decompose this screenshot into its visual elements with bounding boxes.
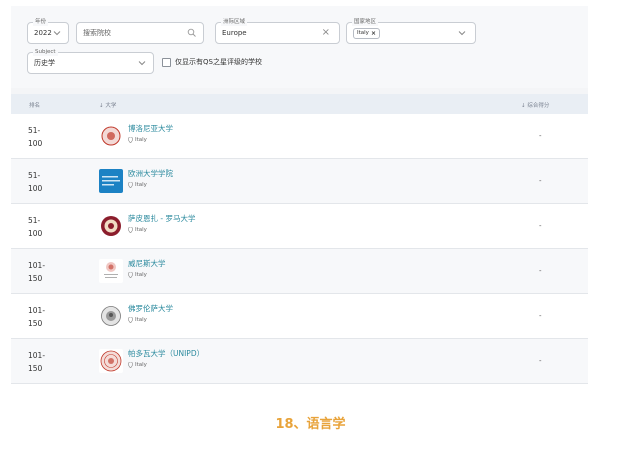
chevron-down-icon bbox=[458, 31, 466, 36]
country-name: Italy bbox=[135, 317, 147, 323]
location-pin-icon bbox=[128, 362, 133, 368]
section-caption: 18、语言学 bbox=[275, 417, 346, 432]
sapienza-seal-icon bbox=[99, 214, 123, 238]
padova-seal-icon bbox=[99, 349, 123, 373]
university-name[interactable]: 佛罗伦萨大学 bbox=[128, 303, 173, 314]
country-chip[interactable]: Italy × bbox=[353, 27, 380, 39]
year-value: 2022 bbox=[34, 29, 52, 37]
country-chip-label: Italy bbox=[357, 30, 369, 36]
country-label: Italy bbox=[128, 137, 147, 143]
filter-bar: 年份 2022 搜索院校 洲际区域 Europe × 国家地区 Italy × … bbox=[11, 6, 588, 88]
year-select[interactable]: 年份 2022 bbox=[27, 18, 69, 44]
chevron-down-icon bbox=[138, 61, 146, 66]
chip-remove-icon[interactable]: × bbox=[371, 30, 376, 37]
location-pin-icon bbox=[128, 272, 133, 278]
table-row[interactable]: 101- 150 佛罗伦萨大学 Italy - bbox=[11, 294, 588, 339]
location-pin-icon bbox=[128, 317, 133, 323]
table-row[interactable]: 51- 100 欧洲大学学院 Italy - bbox=[11, 159, 588, 204]
rank-value: 51- 100 bbox=[28, 171, 43, 193]
rank-header[interactable]: 排名 bbox=[29, 101, 40, 109]
qs-stars-checkbox[interactable] bbox=[162, 57, 171, 67]
overall-score: - bbox=[539, 267, 542, 275]
overall-score: - bbox=[539, 132, 542, 140]
country-name: Italy bbox=[135, 272, 147, 278]
university-header[interactable]: ↓ 大学 bbox=[99, 101, 116, 109]
country-name: Italy bbox=[135, 182, 147, 188]
chevron-down-icon bbox=[53, 31, 61, 36]
table-header: 排名 ↓ 大学 ↓ 综合得分 bbox=[11, 94, 588, 114]
subject-value: 历史学 bbox=[34, 59, 55, 67]
table-row[interactable]: 51- 100 萨皮恩扎 - 罗马大学 Italy - bbox=[11, 204, 588, 249]
country-label: Italy bbox=[128, 317, 147, 323]
bologna-seal-icon bbox=[99, 124, 123, 148]
country-name: Italy bbox=[135, 362, 147, 368]
score-header[interactable]: ↓ 综合得分 bbox=[521, 101, 549, 109]
location-pin-icon bbox=[128, 182, 133, 188]
location-pin-icon bbox=[128, 227, 133, 233]
country-label: 国家地区 bbox=[352, 18, 379, 26]
country-name: Italy bbox=[135, 227, 147, 233]
subject-select[interactable]: Subject 历史学 bbox=[27, 48, 154, 74]
overall-score: - bbox=[539, 357, 542, 365]
rank-value: 101- 150 bbox=[28, 351, 46, 373]
location-pin-icon bbox=[128, 137, 133, 143]
rank-value: 51- 100 bbox=[28, 216, 43, 238]
search-placeholder: 搜索院校 bbox=[83, 29, 111, 37]
year-label: 年份 bbox=[33, 18, 49, 26]
overall-score: - bbox=[539, 177, 542, 185]
subject-label: Subject bbox=[33, 48, 58, 56]
search-icon bbox=[187, 28, 196, 37]
rank-value: 101- 150 bbox=[28, 306, 46, 328]
university-name[interactable]: 博洛尼亚大学 bbox=[128, 123, 173, 134]
qs-stars-filter[interactable]: 仅显示有QS之星评级的学校 bbox=[162, 57, 262, 67]
search-input[interactable]: 搜索院校 bbox=[76, 22, 204, 44]
region-value: Europe bbox=[222, 29, 247, 37]
overall-score: - bbox=[539, 312, 542, 320]
country-label: Italy bbox=[128, 227, 147, 233]
region-label: 洲际区域 bbox=[221, 18, 248, 26]
university-name[interactable]: 欧洲大学学院 bbox=[128, 168, 173, 179]
country-name: Italy bbox=[135, 137, 147, 143]
clear-icon[interactable]: × bbox=[322, 27, 330, 39]
florence-seal-icon bbox=[99, 304, 123, 328]
university-name[interactable]: 威尼斯大学 bbox=[128, 258, 166, 269]
score-header-label: 综合得分 bbox=[527, 103, 550, 109]
eui-logo-icon bbox=[99, 169, 123, 193]
table-row[interactable]: 101- 150 威尼斯大学 Italy - bbox=[11, 249, 588, 294]
country-select[interactable]: 国家地区 Italy × bbox=[346, 18, 476, 44]
rankings-panel: 年份 2022 搜索院校 洲际区域 Europe × 国家地区 Italy × … bbox=[11, 6, 588, 384]
country-label: Italy bbox=[128, 362, 147, 368]
qs-stars-label: 仅显示有QS之星评级的学校 bbox=[175, 58, 262, 66]
overall-score: - bbox=[539, 222, 542, 230]
university-name[interactable]: 萨皮恩扎 - 罗马大学 bbox=[128, 213, 195, 224]
table-row[interactable]: 51- 100 博洛尼亚大学 Italy - bbox=[11, 114, 588, 159]
venice-logo-icon bbox=[99, 259, 123, 283]
rank-value: 51- 100 bbox=[28, 126, 43, 148]
university-name[interactable]: 帕多瓦大学（UNIPD） bbox=[128, 348, 204, 359]
country-label: Italy bbox=[128, 182, 147, 188]
country-label: Italy bbox=[128, 272, 147, 278]
rank-value: 101- 150 bbox=[28, 261, 46, 283]
university-header-label: 大学 bbox=[105, 103, 117, 109]
table-row[interactable]: 101- 150 帕多瓦大学（UNIPD） Italy - bbox=[11, 339, 588, 384]
region-select[interactable]: 洲际区域 Europe × bbox=[215, 18, 340, 44]
